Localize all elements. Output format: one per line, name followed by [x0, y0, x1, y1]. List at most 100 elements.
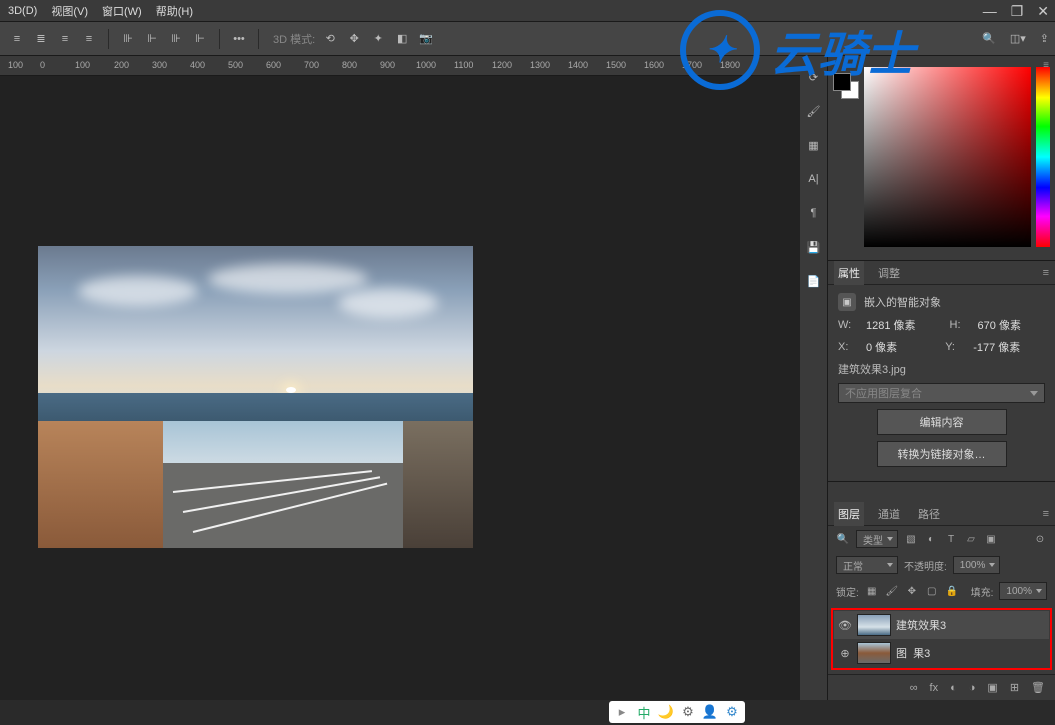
layer-thumbnail[interactable]: [857, 642, 891, 664]
lock-brush-icon[interactable]: 🖌: [885, 586, 899, 597]
filename-label: 建筑效果3.jpg: [838, 361, 906, 377]
share-icon[interactable]: ⇪: [1040, 32, 1049, 45]
screen-icon[interactable]: ◫▾: [1010, 32, 1026, 45]
more-icon[interactable]: •••: [230, 30, 248, 48]
align-4-icon[interactable]: ≡: [80, 30, 98, 48]
fill-input[interactable]: 100%: [999, 582, 1047, 600]
filter-kind-dropdown[interactable]: 类型: [856, 530, 898, 548]
color-panel: ≡: [828, 56, 1055, 261]
fx-icon[interactable]: fx: [930, 682, 939, 694]
filter-smart-icon[interactable]: ▣: [984, 534, 998, 545]
lock-all-icon[interactable]: 🔒: [945, 586, 959, 597]
canvas[interactable]: [0, 76, 800, 700]
layer-name[interactable]: 建筑效果3: [896, 617, 946, 633]
ime-user-icon[interactable]: 👤: [701, 703, 719, 721]
h-value[interactable]: 670 像素: [978, 317, 1021, 333]
visibility-icon[interactable]: ⊕: [838, 647, 852, 660]
lock-move-icon[interactable]: ✥: [905, 586, 919, 597]
opacity-input[interactable]: 100%: [953, 556, 1001, 574]
convert-linked-button[interactable]: 转换为链接对象…: [877, 441, 1007, 467]
y-value[interactable]: -177 像素: [973, 339, 1020, 355]
close-icon[interactable]: ✕: [1037, 3, 1049, 20]
char-icon[interactable]: A|: [805, 170, 823, 188]
tab-channels[interactable]: 通道: [874, 502, 904, 526]
menu-window[interactable]: 窗口(W): [102, 3, 142, 19]
group-icon[interactable]: ▣: [987, 681, 997, 694]
3d-scale-icon[interactable]: ◧: [393, 30, 411, 48]
color-field[interactable]: [864, 67, 1031, 247]
para-icon[interactable]: ¶: [805, 204, 823, 222]
properties-tabs: 属性 调整 ≡: [828, 261, 1055, 285]
dist-4-icon[interactable]: ⊩: [191, 30, 209, 48]
tab-layers[interactable]: 图层: [834, 502, 864, 526]
edit-contents-button[interactable]: 编辑内容: [877, 409, 1007, 435]
align-2-icon[interactable]: ≣: [32, 30, 50, 48]
layers-panel: 🔍 类型 ▧ ◐ T ▱ ▣ ⊙ 正常 不透明度: 100% 锁定: ▦ 🖌 ✥…: [828, 526, 1055, 700]
new-layer-icon[interactable]: ⊞: [1010, 681, 1019, 694]
object-type-label: 嵌入的智能对象: [864, 294, 941, 310]
panels-container: ⟳ 🖌 ▦ A| ¶ 💾 📄 ≡ 属性 调整 ≡ ▣ 嵌入的智能对象: [800, 56, 1055, 700]
restore-icon[interactable]: ❐: [1011, 3, 1024, 20]
3d-mode-label: 3D 模式:: [273, 31, 315, 47]
visibility-icon[interactable]: 👁: [838, 619, 852, 632]
w-value[interactable]: 1281 像素: [866, 317, 916, 333]
layers-footer: ∞ fx ◐ ◑ ▣ ⊞ 🗑: [828, 674, 1055, 700]
ime-moon-icon[interactable]: 🌙: [657, 703, 675, 721]
ime-gear-icon[interactable]: ⚙: [679, 703, 697, 721]
align-1-icon[interactable]: ≡: [8, 30, 26, 48]
3d-pan-icon[interactable]: ✥: [345, 30, 363, 48]
notes-icon[interactable]: 📄: [805, 272, 823, 290]
tab-properties[interactable]: 属性: [834, 261, 864, 285]
foreground-swatch[interactable]: [833, 73, 851, 91]
menu-3d[interactable]: 3D(D): [8, 5, 37, 17]
ime-arrow-icon[interactable]: ▸: [613, 703, 631, 721]
filter-shape-icon[interactable]: ▱: [964, 534, 978, 545]
panel-menu-icon[interactable]: ≡: [1043, 267, 1049, 279]
menu-help[interactable]: 帮助(H): [156, 3, 193, 19]
opacity-label: 不透明度:: [904, 558, 947, 573]
document-image[interactable]: [38, 246, 473, 548]
lock-artboard-icon[interactable]: ▢: [925, 586, 939, 597]
link-icon[interactable]: ∞: [910, 682, 918, 694]
hue-slider[interactable]: [1036, 67, 1050, 247]
filter-type-icon[interactable]: T: [944, 534, 958, 545]
ime-gear2-icon[interactable]: ⚙: [723, 703, 741, 721]
layer-comp-dropdown[interactable]: 不应用图层复合: [838, 383, 1045, 403]
tab-adjustments[interactable]: 调整: [874, 261, 904, 285]
layer-highlight: 👁 建筑效果3 ⊕ 图 果3: [831, 608, 1052, 670]
filter-toggle-icon[interactable]: ⊙: [1033, 534, 1047, 545]
panel-menu-icon[interactable]: ≡: [1043, 60, 1049, 71]
mask-icon[interactable]: ◐: [950, 682, 957, 694]
save-icon[interactable]: 💾: [805, 238, 823, 256]
lock-trans-icon[interactable]: ▦: [865, 586, 879, 597]
search-icon[interactable]: 🔍: [982, 32, 996, 45]
layer-item[interactable]: ⊕ 图 果3: [834, 639, 1049, 667]
x-value[interactable]: 0 像素: [866, 339, 897, 355]
layer-item[interactable]: 👁 建筑效果3: [834, 611, 1049, 639]
trash-icon[interactable]: 🗑: [1031, 681, 1045, 694]
blend-mode-dropdown[interactable]: 正常: [836, 556, 898, 574]
align-3-icon[interactable]: ≡: [56, 30, 74, 48]
dist-3-icon[interactable]: ⊪: [167, 30, 185, 48]
3d-move-icon[interactable]: ✦: [369, 30, 387, 48]
3d-orbit-icon[interactable]: ⟲: [321, 30, 339, 48]
3d-cam-icon[interactable]: 📷: [417, 30, 435, 48]
layer-thumbnail[interactable]: [857, 614, 891, 636]
filter-pixel-icon[interactable]: ▧: [904, 534, 918, 545]
dist-2-icon[interactable]: ⊩: [143, 30, 161, 48]
brush-icon[interactable]: 🖌: [805, 102, 823, 120]
tab-paths[interactable]: 路径: [914, 502, 944, 526]
filter-adj-icon[interactable]: ◐: [924, 534, 938, 545]
filter-search-icon[interactable]: 🔍: [836, 534, 850, 545]
menu-view[interactable]: 视图(V): [51, 3, 88, 19]
x-label: X:: [838, 341, 856, 353]
y-label: Y:: [945, 341, 963, 353]
minimize-icon[interactable]: —: [983, 3, 997, 19]
panel-menu-icon[interactable]: ≡: [1043, 508, 1049, 520]
layer-name[interactable]: 图 果3: [896, 645, 930, 661]
ime-lang-button[interactable]: 中: [635, 703, 653, 721]
history-icon[interactable]: ⟳: [805, 68, 823, 86]
dist-1-icon[interactable]: ⊪: [119, 30, 137, 48]
adjustment-icon[interactable]: ◑: [969, 682, 976, 694]
swatches-icon[interactable]: ▦: [805, 136, 823, 154]
